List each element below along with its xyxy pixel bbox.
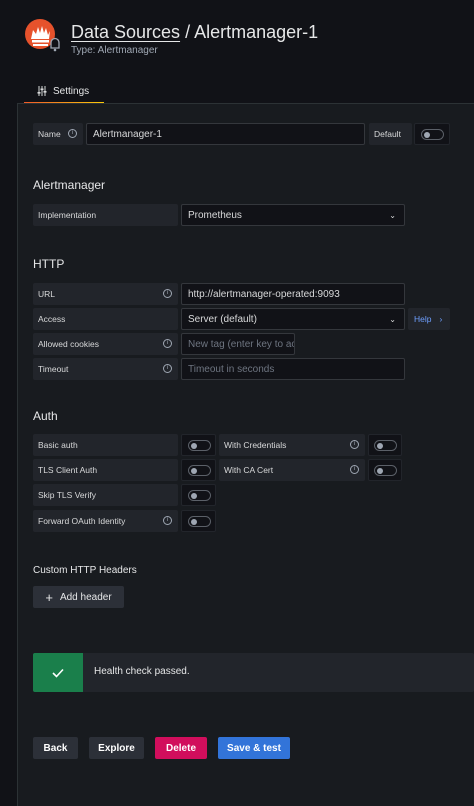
add-header-label: Add header <box>59 591 112 603</box>
health-message: Health check passed. <box>94 666 190 677</box>
add-header-button[interactable]: + Add header <box>33 586 124 608</box>
datasource-name-title: Alertmanager-1 <box>194 22 319 42</box>
chevron-down-icon: ⌄ <box>389 315 396 324</box>
chevron-down-icon: ⌄ <box>389 211 396 220</box>
name-label: Name i <box>33 123 83 145</box>
page-title: Data Sources / Alertmanager-1 <box>71 22 318 43</box>
info-icon: i <box>163 516 172 525</box>
skip-tls-verify-switch-box <box>181 484 216 506</box>
http-section-title: HTTP <box>33 257 65 271</box>
info-icon: i <box>163 339 172 348</box>
info-icon: i <box>163 289 172 298</box>
info-icon: i <box>163 364 172 373</box>
save-and-test-button[interactable]: Save & test <box>218 737 290 759</box>
info-icon: i <box>68 129 77 138</box>
page-header: Data Sources / Alertmanager-1 Type: Aler… <box>0 0 474 104</box>
tab-bar: Settings <box>24 80 104 104</box>
plus-icon: + <box>45 589 53 605</box>
tab-settings[interactable]: Settings <box>24 80 102 102</box>
with-ca-cert-toggle[interactable] <box>374 465 397 476</box>
allowed-cookies-input[interactable]: New tag (enter key to ac <box>181 333 295 355</box>
with-ca-cert-label: With CA Cert i <box>219 459 365 481</box>
help-button[interactable]: Help › <box>408 308 450 330</box>
back-button[interactable]: Back <box>33 737 78 759</box>
allowed-cookies-label-text: Allowed cookies <box>38 339 99 349</box>
url-label-text: URL <box>38 289 56 299</box>
access-label: Access <box>33 308 178 330</box>
info-icon: i <box>350 465 359 474</box>
tab-settings-label: Settings <box>53 85 90 97</box>
implementation-select[interactable]: Prometheus ⌄ <box>181 204 405 226</box>
default-toggle[interactable] <box>421 129 444 140</box>
tls-client-auth-switch-box <box>181 459 216 481</box>
forward-oauth-label-text: Forward OAuth Identity <box>38 516 126 526</box>
alertmanager-section-title: Alertmanager <box>33 178 106 192</box>
timeout-input[interactable]: Timeout in seconds <box>181 358 405 380</box>
forward-oauth-label: Forward OAuth Identity i <box>33 510 178 532</box>
with-credentials-switch-box <box>368 434 402 456</box>
auth-section-title: Auth <box>33 409 58 423</box>
url-label: URL i <box>33 283 178 305</box>
with-credentials-label: With Credentials i <box>219 434 365 456</box>
name-input[interactable]: Alertmanager-1 <box>86 123 365 145</box>
with-credentials-toggle[interactable] <box>374 440 397 451</box>
forward-oauth-toggle[interactable] <box>188 516 211 527</box>
with-credentials-label-text: With Credentials <box>224 440 287 450</box>
custom-headers-title: Custom HTTP Headers <box>33 565 137 576</box>
chevron-right-icon: › <box>439 314 443 324</box>
forward-oauth-switch-box <box>181 510 216 532</box>
health-status-box <box>33 653 83 692</box>
allowed-cookies-label: Allowed cookies i <box>33 333 178 355</box>
help-label: Help <box>414 314 432 324</box>
info-icon: i <box>350 440 359 449</box>
sliders-icon <box>37 86 47 96</box>
skip-tls-verify-label: Skip TLS Verify <box>33 484 178 506</box>
default-switch-box <box>414 123 450 145</box>
health-check-alert: Health check passed. <box>33 653 474 692</box>
with-ca-cert-switch-box <box>368 459 402 481</box>
with-ca-cert-label-text: With CA Cert <box>224 465 274 475</box>
access-select[interactable]: Server (default) ⌄ <box>181 308 405 330</box>
breadcrumb-data-sources[interactable]: Data Sources <box>71 22 180 42</box>
check-icon <box>52 668 64 678</box>
default-label: Default <box>369 123 412 145</box>
skip-tls-verify-toggle[interactable] <box>188 490 211 501</box>
implementation-label: Implementation <box>33 204 178 226</box>
breadcrumb-separator: / <box>180 22 195 42</box>
delete-button[interactable]: Delete <box>155 737 207 759</box>
explore-button[interactable]: Explore <box>89 737 144 759</box>
timeout-label: Timeout i <box>33 358 178 380</box>
basic-auth-toggle[interactable] <box>188 440 211 451</box>
basic-auth-switch-box <box>181 434 216 456</box>
implementation-value: Prometheus <box>188 209 242 221</box>
datasource-type: Type: Alertmanager <box>71 45 158 56</box>
tls-client-auth-label: TLS Client Auth <box>33 459 178 481</box>
url-input[interactable]: http://alertmanager-operated:9093 <box>181 283 405 305</box>
name-label-text: Name <box>38 129 61 139</box>
timeout-label-text: Timeout <box>38 364 69 374</box>
basic-auth-label: Basic auth <box>33 434 178 456</box>
tls-client-auth-toggle[interactable] <box>188 465 211 476</box>
access-value: Server (default) <box>188 313 257 325</box>
alertmanager-logo <box>25 19 60 52</box>
